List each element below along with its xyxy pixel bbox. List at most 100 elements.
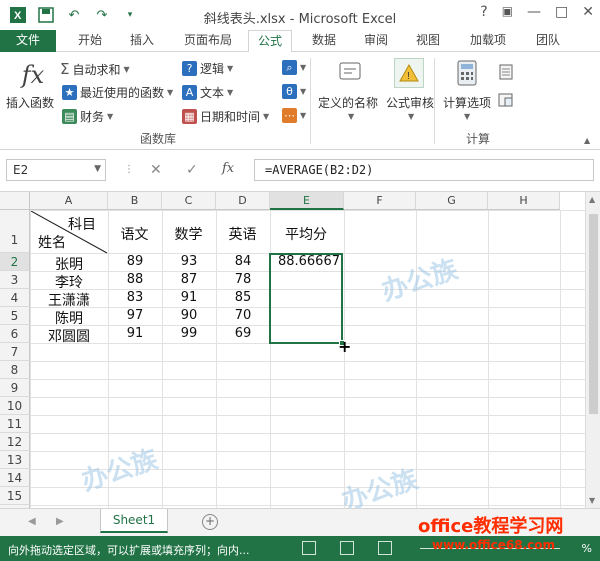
autosum-button[interactable]: Σ 自动求和 ▼ — [60, 60, 130, 78]
defined-names-button[interactable]: 定义的名称 — [318, 94, 378, 111]
next-sheet-icon[interactable]: ▶ — [56, 516, 64, 527]
tab-view[interactable]: 视图 — [408, 30, 448, 52]
vertical-scrollbar[interactable]: ▲ ▼ — [585, 192, 600, 508]
minimize-icon[interactable]: — — [527, 4, 541, 20]
row-header-7[interactable]: 7 — [0, 343, 30, 361]
formula-auditing-button[interactable]: 公式审核 — [386, 94, 434, 111]
column-header-d[interactable]: D — [216, 192, 270, 210]
cell-math[interactable]: 93 — [162, 254, 216, 269]
cell-english[interactable]: 78 — [216, 272, 270, 287]
sheet-tab-sheet1[interactable]: Sheet1 — [100, 509, 168, 533]
cell-english[interactable]: 85 — [216, 290, 270, 305]
cell-name[interactable]: 邓圆圆 — [30, 326, 108, 346]
scroll-down-icon[interactable]: ▼ — [589, 496, 595, 505]
row-header-4[interactable]: 4 — [0, 289, 30, 307]
row-header-10[interactable]: 10 — [0, 397, 30, 415]
tab-page-layout[interactable]: 页面布局 — [176, 30, 240, 52]
insert-function-icon[interactable]: fx — [222, 161, 234, 176]
cell-chinese[interactable]: 83 — [108, 290, 162, 305]
formula-input[interactable]: =AVERAGE(B2:D2) — [254, 159, 594, 181]
autosum-label: 自动求和 — [72, 62, 121, 77]
cell-chinese[interactable]: 97 — [108, 308, 162, 323]
text-button[interactable]: A 文本 ▼ — [182, 84, 233, 101]
cell-chinese[interactable]: 91 — [108, 326, 162, 341]
add-sheet-icon[interactable]: + — [202, 514, 218, 530]
chevron-down-icon[interactable]: ▼ — [94, 164, 101, 174]
scrollbar-thumb[interactable] — [589, 214, 598, 414]
worksheet-grid[interactable]: ABCDEFGH 12345678910111213141516 科目 姓名 语… — [0, 192, 600, 508]
calc-options-button[interactable]: 计算选项 — [443, 94, 491, 111]
row-header-3[interactable]: 3 — [0, 271, 30, 289]
column-header-b[interactable]: B — [108, 192, 162, 210]
datetime-button[interactable]: ▦ 日期和时间 ▼ — [182, 108, 269, 125]
scroll-up-icon[interactable]: ▲ — [589, 195, 595, 204]
insert-function-icon[interactable]: fx — [18, 60, 48, 90]
math-trig-button[interactable]: θ ▼ — [282, 84, 306, 99]
page-break-view-icon[interactable] — [378, 541, 392, 555]
more-functions-button[interactable]: ⋯ ▼ — [282, 108, 306, 123]
cell-english[interactable]: 69 — [216, 326, 270, 341]
cell-math[interactable]: 90 — [162, 308, 216, 323]
name-box[interactable]: E2 ▼ — [6, 159, 106, 181]
prev-sheet-icon[interactable]: ◀ — [28, 516, 36, 527]
row-header-9[interactable]: 9 — [0, 379, 30, 397]
close-icon[interactable]: ✕ — [582, 4, 594, 20]
page-layout-view-icon[interactable] — [340, 541, 354, 555]
tab-addins[interactable]: 加载项 — [462, 30, 514, 52]
tab-home[interactable]: 开始 — [70, 30, 110, 52]
tab-team[interactable]: 团队 — [528, 30, 568, 52]
logical-button[interactable]: ? 逻辑 ▼ — [182, 60, 233, 77]
cell-name[interactable]: 王潇潇 — [30, 290, 108, 310]
column-header-g[interactable]: G — [416, 192, 488, 210]
recently-used-button[interactable]: ★ 最近使用的函数 ▼ — [62, 84, 173, 101]
column-header-h[interactable]: H — [488, 192, 560, 210]
row-header-8[interactable]: 8 — [0, 361, 30, 379]
row-header-6[interactable]: 6 — [0, 325, 30, 343]
help-icon[interactable]: ? — [480, 4, 487, 20]
column-header-a[interactable]: A — [30, 192, 108, 210]
normal-view-icon[interactable] — [302, 541, 316, 555]
cell-english[interactable]: 70 — [216, 308, 270, 323]
row-header-13[interactable]: 13 — [0, 451, 30, 469]
insert-function-button[interactable]: 插入函数 — [6, 94, 54, 111]
row-header-2[interactable]: 2 — [0, 253, 30, 271]
cell-english[interactable]: 84 — [216, 254, 270, 269]
cancel-icon[interactable]: ✕ — [150, 162, 162, 178]
tab-file[interactable]: 文件 — [0, 30, 56, 52]
row-header-14[interactable]: 14 — [0, 469, 30, 487]
cell-name[interactable]: 李玲 — [30, 272, 108, 292]
row-header-15[interactable]: 15 — [0, 487, 30, 505]
tab-formulas[interactable]: 公式 — [248, 30, 292, 53]
tab-data[interactable]: 数据 — [304, 30, 344, 52]
cell-math[interactable]: 87 — [162, 272, 216, 287]
column-header-f[interactable]: F — [344, 192, 416, 210]
ribbon-display-icon[interactable]: ▣ — [502, 4, 513, 20]
cell-name[interactable]: 张明 — [30, 254, 108, 274]
maximize-icon[interactable]: □ — [555, 4, 568, 20]
tab-insert[interactable]: 插入 — [122, 30, 162, 52]
financial-button[interactable]: ▤ 财务 ▼ — [62, 108, 113, 125]
cell-chinese[interactable]: 88 — [108, 272, 162, 287]
cell-math[interactable]: 99 — [162, 326, 216, 341]
cell-name[interactable]: 陈明 — [30, 308, 108, 328]
formula-auditing-icon[interactable]: ! — [394, 58, 424, 88]
collapse-ribbon-icon[interactable]: ▲ — [584, 136, 590, 145]
cell-chinese[interactable]: 89 — [108, 254, 162, 269]
select-all-button[interactable] — [0, 192, 30, 210]
cell-math[interactable]: 91 — [162, 290, 216, 305]
row-header-12[interactable]: 12 — [0, 433, 30, 451]
zoom-level[interactable]: % — [582, 542, 592, 555]
calculate-now-icon[interactable] — [498, 64, 514, 80]
column-header-e[interactable]: E — [270, 192, 344, 210]
row-header-11[interactable]: 11 — [0, 415, 30, 433]
row-header-5[interactable]: 5 — [0, 307, 30, 325]
zoom-slider[interactable] — [420, 548, 560, 549]
calc-options-icon[interactable] — [452, 58, 482, 88]
calculate-sheet-icon[interactable] — [498, 92, 514, 108]
tab-review[interactable]: 审阅 — [356, 30, 396, 52]
lookup-button[interactable]: ⌕ ▼ — [282, 60, 306, 75]
enter-icon[interactable]: ✓ — [186, 162, 198, 178]
column-header-c[interactable]: C — [162, 192, 216, 210]
row-header-1[interactable]: 1 — [0, 210, 30, 253]
defined-names-icon[interactable] — [336, 58, 364, 86]
